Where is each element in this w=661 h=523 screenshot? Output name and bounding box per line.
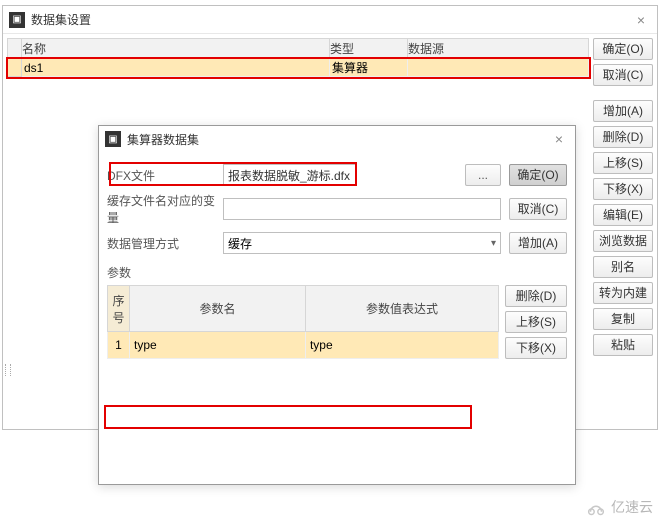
grid-row-num — [8, 59, 22, 77]
edit-button[interactable]: 编辑(E) — [593, 204, 653, 226]
spl-dataset-dialog: ▣ 集算器数据集 × DFX文件 ... 确定(O) 缓存文件名对应的变量 取消… — [98, 125, 576, 485]
cancel-button[interactable]: 取消(C) — [593, 64, 653, 86]
copy-button[interactable]: 复制 — [593, 308, 653, 330]
params-button-panel: 删除(D) 上移(S) 下移(X) — [505, 285, 567, 359]
chevron-down-icon: ▾ — [491, 238, 496, 249]
cache-mode-select[interactable]: 缓存 ▾ — [223, 232, 501, 254]
app-icon: ▣ — [9, 12, 25, 28]
cache-var-input[interactable] — [223, 198, 501, 220]
col-header-seq: 序号 — [108, 286, 130, 332]
move-down-button[interactable]: 下移(X) — [593, 178, 653, 200]
params-grid: 序号 参数名 参数值表达式 1 type type — [107, 285, 499, 359]
param-name-cell[interactable]: type — [130, 332, 306, 359]
cache-mode-value: 缓存 — [228, 235, 252, 252]
cell-ds-source[interactable] — [408, 59, 589, 77]
dataset-settings-titlebar: ▣ 数据集设置 × — [3, 6, 657, 34]
col-header-name: 名称 — [22, 39, 330, 59]
cache-mode-label: 数据管理方式 — [107, 235, 217, 252]
browse-dfx-button[interactable]: ... — [465, 164, 501, 186]
watermark: 亿速云 — [585, 497, 653, 517]
param-row-1[interactable]: 1 type type — [108, 332, 499, 359]
dataset-grid: 名称 类型 数据源 ds1 集算器 — [7, 38, 589, 77]
alias-button[interactable]: 别名 — [593, 256, 653, 278]
dataset-settings-title: 数据集设置 — [31, 11, 91, 28]
ok-button[interactable]: 确定(O) — [593, 38, 653, 60]
outer-button-panel: 确定(O) 取消(C) 增加(A) 删除(D) 上移(S) 下移(X) 编辑(E… — [593, 34, 657, 429]
add-button[interactable]: 增加(A) — [509, 232, 567, 254]
dfx-label: DFX文件 — [107, 167, 217, 184]
col-header-source: 数据源 — [408, 39, 589, 59]
cache-var-label: 缓存文件名对应的变量 — [107, 192, 217, 226]
col-header-pexp: 参数值表达式 — [305, 286, 498, 332]
cell-ds-type[interactable]: 集算器 — [330, 59, 408, 77]
watermark-text: 亿速云 — [611, 497, 653, 517]
yisu-logo-icon — [585, 498, 607, 516]
delete-button[interactable]: 删除(D) — [505, 285, 567, 307]
app-icon: ▣ — [105, 131, 121, 147]
add-button[interactable]: 增加(A) — [593, 100, 653, 122]
spl-dataset-title: 集算器数据集 — [127, 131, 199, 148]
grid-corner — [8, 39, 22, 59]
close-icon[interactable]: × — [549, 131, 569, 147]
params-header-row: 序号 参数名 参数值表达式 — [108, 286, 499, 332]
cell-ds-name[interactable]: ds1 — [22, 59, 330, 77]
browse-data-button[interactable]: 浏览数据 — [593, 230, 653, 252]
col-header-pname: 参数名 — [130, 286, 306, 332]
grid-header-row: 名称 类型 数据源 — [8, 39, 589, 59]
col-header-type: 类型 — [330, 39, 408, 59]
to-builtin-button[interactable]: 转为内建 — [593, 282, 653, 304]
close-icon[interactable]: × — [631, 12, 651, 28]
delete-button[interactable]: 删除(D) — [593, 126, 653, 148]
ok-button[interactable]: 确定(O) — [509, 164, 567, 186]
splitter-handle[interactable] — [5, 364, 11, 376]
move-up-button[interactable]: 上移(S) — [505, 311, 567, 333]
dfx-file-input[interactable] — [223, 164, 357, 186]
cancel-button[interactable]: 取消(C) — [509, 198, 567, 220]
grid-row-ds1[interactable]: ds1 集算器 — [8, 59, 589, 77]
params-section-label: 参数 — [107, 264, 567, 281]
paste-button[interactable]: 粘贴 — [593, 334, 653, 356]
spl-dataset-titlebar: ▣ 集算器数据集 × — [99, 126, 575, 152]
move-down-button[interactable]: 下移(X) — [505, 337, 567, 359]
move-up-button[interactable]: 上移(S) — [593, 152, 653, 174]
param-row-num: 1 — [108, 332, 130, 359]
param-expr-cell[interactable]: type — [305, 332, 498, 359]
